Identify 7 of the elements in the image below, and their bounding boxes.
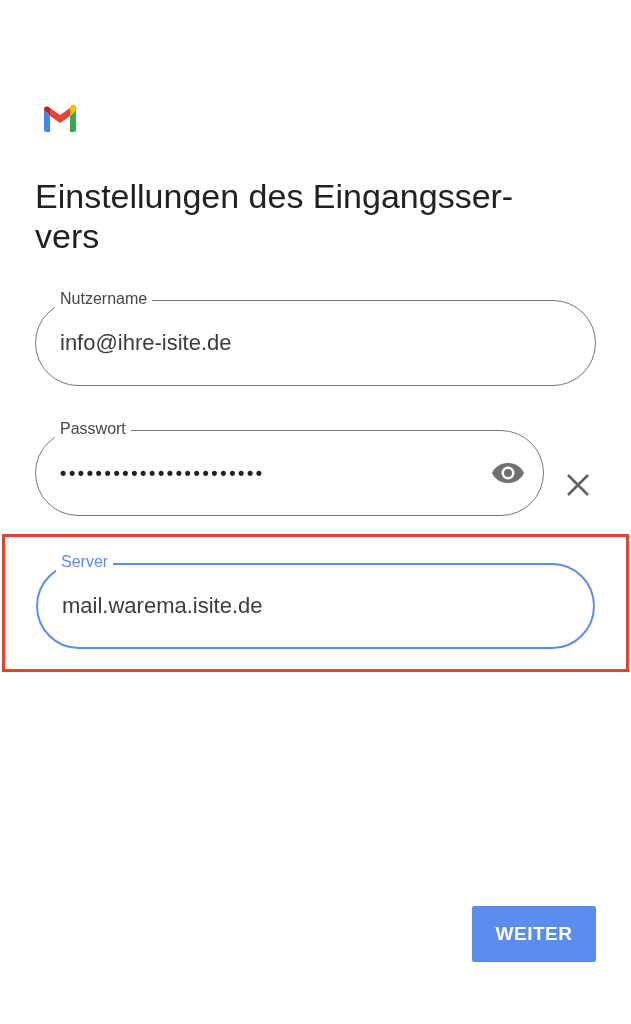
eye-icon[interactable]: [491, 461, 525, 485]
field-label: Nutzername: [55, 289, 153, 309]
field-label: Passwort: [55, 419, 131, 439]
field-label: Server: [56, 552, 114, 572]
page-title: Einstellungen des Eingangsser- vers: [35, 176, 515, 256]
mail-logo-icon: [42, 104, 78, 134]
close-icon[interactable]: [566, 473, 590, 497]
